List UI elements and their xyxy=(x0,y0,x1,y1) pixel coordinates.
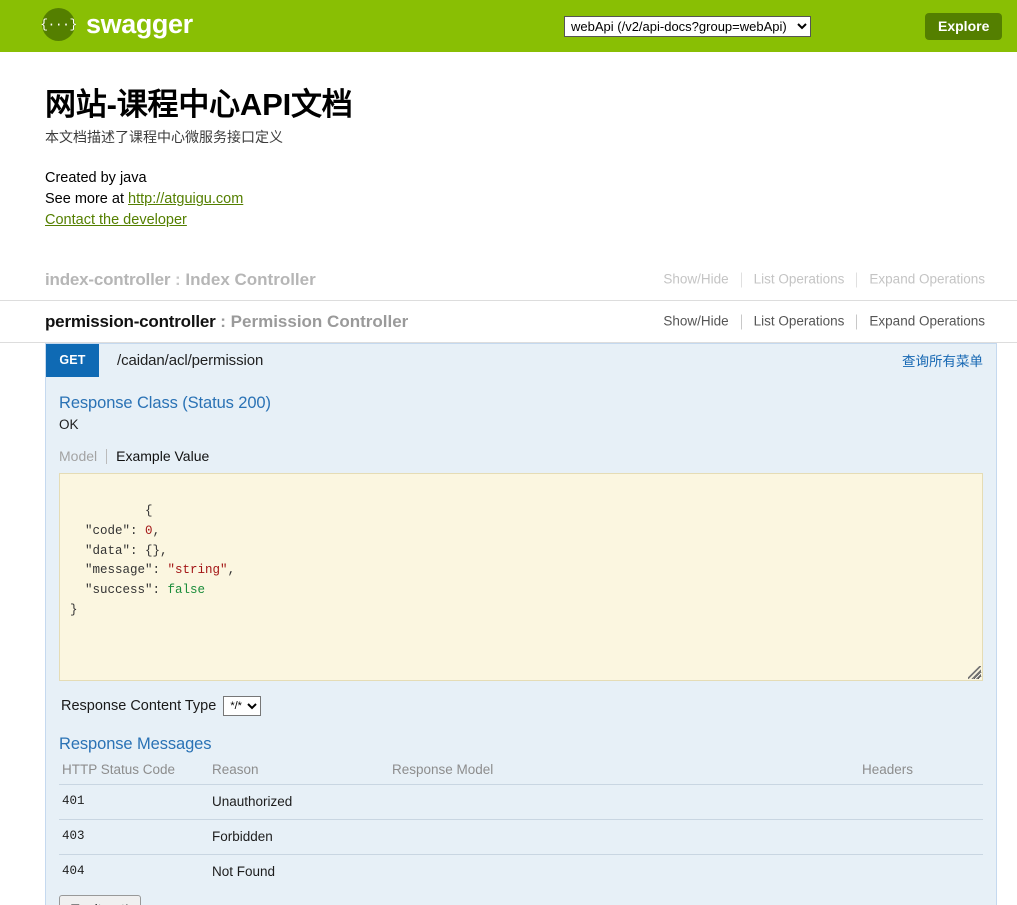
example-json-text: { "code": 0, "data": {}, "message": "str… xyxy=(70,504,236,617)
cell-headers xyxy=(859,819,983,856)
api-info-block: 网站-课程中心API文档 本文档描述了课程中心微服务接口定义 Created b… xyxy=(0,52,1017,231)
cell-response-model xyxy=(389,819,859,856)
swagger-logo[interactable]: {···} swagger xyxy=(40,8,193,41)
response-content-type-select[interactable]: */* xyxy=(223,696,262,717)
tab-example-value[interactable]: Example Value xyxy=(107,448,209,464)
col-reason: Reason xyxy=(209,760,389,786)
table-row: 403 Forbidden xyxy=(59,819,983,856)
operation-summary: 查询所有菜单 xyxy=(902,354,983,370)
resource-index-controller: index-controller : Index Controller Show… xyxy=(0,259,1017,302)
try-it-out-button[interactable]: Try it out! xyxy=(59,895,141,905)
table-header-row: HTTP Status Code Reason Response Model H… xyxy=(59,760,983,786)
main-content: 网站-课程中心API文档 本文档描述了课程中心微服务接口定义 Created b… xyxy=(0,52,1017,905)
operation-get-permission: GET /caidan/acl/permission 查询所有菜单 Respon… xyxy=(45,343,997,905)
resource-title-index-controller: index-controller : Index Controller xyxy=(45,271,316,288)
response-content-type-label: Response Content Type xyxy=(61,698,217,715)
resource-options-index-controller: Show/Hide List Operations Expand Operati… xyxy=(651,272,997,288)
col-http-status-code: HTTP Status Code xyxy=(59,760,209,786)
example-value-box[interactable]: { "code": 0, "data": {}, "message": "str… xyxy=(59,473,983,682)
operation-heading[interactable]: GET /caidan/acl/permission 查询所有菜单 xyxy=(46,343,996,377)
cell-headers xyxy=(859,784,983,821)
swagger-logo-text: swagger xyxy=(86,9,193,39)
col-response-model: Response Model xyxy=(389,760,859,786)
resource-head-permission-controller[interactable]: permission-controller : Permission Contr… xyxy=(0,301,1017,344)
expand-operations-link-index[interactable]: Expand Operations xyxy=(857,272,997,288)
response-messages-title: Response Messages xyxy=(59,735,212,754)
response-content-type-row: Response Content Type */* xyxy=(61,696,983,717)
resource-id-index-controller: index-controller xyxy=(45,270,171,290)
show-hide-link-permission[interactable]: Show/Hide xyxy=(651,314,740,330)
response-messages-table: HTTP Status Code Reason Response Model H… xyxy=(59,760,983,889)
operation-footer: Try it out! Hide Response xyxy=(59,889,983,905)
api-description: 本文档描述了课程中心微服务接口定义 xyxy=(45,129,283,146)
see-more-line: See more at http://atguigu.com xyxy=(45,189,1017,210)
operation-body: Response Class (Status 200) OK Model Exa… xyxy=(46,376,996,905)
show-hide-link-index[interactable]: Show/Hide xyxy=(651,272,740,288)
table-row: 401 Unauthorized xyxy=(59,784,983,821)
api-spec-select[interactable]: webApi (/v2/api-docs?group=webApi) xyxy=(564,16,811,37)
resource-id-permission-controller: permission-controller xyxy=(45,312,216,332)
resource-head-index-controller[interactable]: index-controller : Index Controller Show… xyxy=(0,259,1017,302)
created-by-line: Created by java xyxy=(45,170,147,187)
list-operations-link-permission[interactable]: List Operations xyxy=(742,314,857,330)
topbar: {···} swagger webApi (/v2/api-docs?group… xyxy=(0,0,1017,52)
resource-title-permission-controller: permission-controller : Permission Contr… xyxy=(45,313,408,330)
http-method-badge: GET xyxy=(46,343,99,377)
cell-status-code: 401 xyxy=(59,784,209,821)
expand-operations-link-permission[interactable]: Expand Operations xyxy=(857,314,997,330)
model-example-tabs: Model Example Value xyxy=(59,448,983,464)
tab-model[interactable]: Model xyxy=(59,448,106,464)
swagger-braces-icon: {···} xyxy=(40,8,77,41)
response-class-status-text: OK xyxy=(59,417,79,433)
resize-handle-icon[interactable] xyxy=(968,666,981,680)
cell-headers xyxy=(859,855,983,890)
cell-response-model xyxy=(389,855,859,890)
cell-response-model xyxy=(389,784,859,821)
resource-desc-permission-controller: Permission Controller xyxy=(230,312,409,332)
col-headers: Headers xyxy=(859,760,983,786)
response-class-title: Response Class (Status 200) xyxy=(59,394,271,413)
cell-status-code: 403 xyxy=(59,819,209,856)
resource-separator: : xyxy=(215,312,231,332)
operation-path: /caidan/acl/permission xyxy=(117,351,264,369)
see-more-prefix: See more at xyxy=(45,191,129,208)
resource-separator: : xyxy=(170,270,186,290)
explore-button[interactable]: Explore xyxy=(925,13,1003,41)
page-title: 网站-课程中心API文档 xyxy=(45,87,353,122)
list-operations-link-index[interactable]: List Operations xyxy=(742,272,857,288)
resource-options-permission-controller: Show/Hide List Operations Expand Operati… xyxy=(651,314,997,330)
cell-reason: Forbidden xyxy=(209,819,389,856)
table-row: 404 Not Found xyxy=(59,855,983,890)
cell-status-code: 404 xyxy=(62,864,85,879)
cell-reason: Unauthorized xyxy=(209,784,389,821)
response-messages-body: 401 Unauthorized 403 Forbidden 404 Not Found xyxy=(59,784,983,890)
resource-permission-controller: permission-controller : Permission Contr… xyxy=(0,301,1017,905)
see-more-link[interactable]: http://atguigu.com xyxy=(128,191,243,207)
contact-developer-link[interactable]: Contact the developer xyxy=(45,210,187,231)
cell-reason: Not Found xyxy=(212,864,276,880)
resource-desc-index-controller: Index Controller xyxy=(185,270,316,290)
